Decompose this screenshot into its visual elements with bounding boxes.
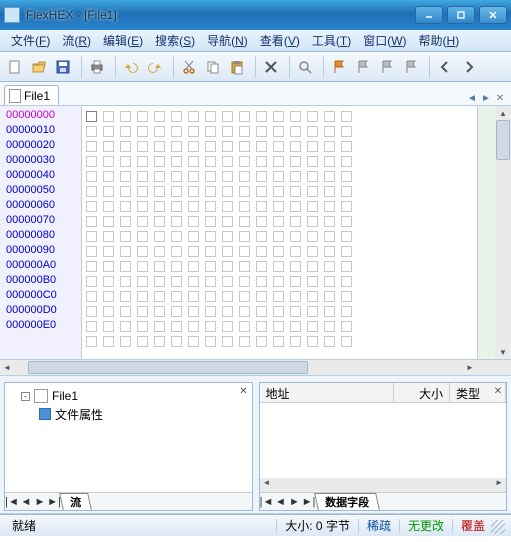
delete-button[interactable]	[260, 56, 282, 78]
status-overwrite: 覆盖	[455, 517, 491, 534]
undo-button[interactable]	[120, 56, 142, 78]
paste-button[interactable]	[226, 56, 248, 78]
copy-button[interactable]	[202, 56, 224, 78]
tree-child-label: 文件属性	[55, 406, 103, 423]
properties-icon	[39, 408, 51, 420]
status-sparse: 稀疏	[361, 517, 397, 534]
new-button[interactable]	[4, 56, 26, 78]
cut-button[interactable]	[178, 56, 200, 78]
tabnav-first[interactable]: |◄	[5, 496, 19, 508]
right-pane-hscroll[interactable]: ◄►	[260, 478, 507, 492]
horizontal-scrollbar[interactable]: ◄►	[0, 360, 511, 376]
menu-nav[interactable]: 导航(N)	[202, 30, 253, 51]
left-pane: ✕ - File1 文件属性 |◄ ◄ ► ►| 流	[4, 382, 253, 511]
tabnav-prev[interactable]: ◄	[19, 496, 33, 508]
menu-stream[interactable]: 流(R)	[57, 30, 96, 51]
tabnav-next[interactable]: ►	[288, 496, 302, 508]
file-tab-bar: File1 ◄ ► ✕	[0, 82, 511, 106]
toolbar	[0, 52, 511, 82]
file-icon	[9, 89, 21, 103]
left-pane-close-button[interactable]: ✕	[238, 385, 250, 397]
tree-child[interactable]: 文件属性	[21, 405, 246, 423]
offset-column: 0000000000000010000000200000003000000040…	[0, 106, 82, 359]
menu-view[interactable]: 查看(V)	[255, 30, 305, 51]
flag-orange-button[interactable]	[328, 56, 350, 78]
vertical-scrollbar[interactable]: ▲ ▼	[495, 106, 511, 359]
nav-back-button[interactable]	[434, 56, 456, 78]
title-bar: FlexHEX - [File1]	[0, 0, 511, 30]
right-pane: ✕ 地址 大小 类型 ◄► |◄ ◄ ► ►| 数据字段	[259, 382, 508, 511]
right-pane-tab[interactable]: 数据字段	[314, 493, 380, 510]
tabnav-next[interactable]: ►	[33, 496, 47, 508]
close-button[interactable]	[479, 6, 507, 24]
menu-bar: 文件(F) 流(R) 编辑(E) 搜索(S) 导航(N) 查看(V) 工具(T)…	[0, 30, 511, 52]
status-nochange: 无更改	[402, 517, 450, 534]
tabnav-first[interactable]: |◄	[260, 496, 274, 508]
status-size: 大小: 0 字节	[279, 517, 356, 534]
ascii-column	[477, 106, 495, 359]
file-tab-label: File1	[24, 89, 50, 103]
flag-gray2-button[interactable]	[376, 56, 398, 78]
status-bar: 就绪 大小: 0 字节 稀疏 无更改 覆盖	[0, 514, 511, 536]
resize-grip-icon[interactable]	[491, 520, 505, 534]
file-tree[interactable]: - File1 文件属性	[5, 383, 252, 427]
window-title: FlexHEX - [File1]	[26, 8, 415, 22]
col-size[interactable]: 大小	[394, 383, 450, 402]
file-tab-file1[interactable]: File1	[4, 85, 59, 105]
list-header: 地址 大小 类型	[260, 383, 507, 403]
tree-root[interactable]: - File1	[21, 387, 246, 405]
list-body[interactable]	[260, 403, 507, 478]
col-address[interactable]: 地址	[260, 383, 395, 402]
menu-search[interactable]: 搜索(S)	[150, 30, 200, 51]
find-button[interactable]	[294, 56, 316, 78]
status-ready: 就绪	[6, 517, 42, 534]
left-pane-tab[interactable]: 流	[59, 493, 92, 510]
menu-help[interactable]: 帮助(H)	[414, 30, 465, 51]
menu-file[interactable]: 文件(F)	[6, 30, 55, 51]
menu-edit[interactable]: 编辑(E)	[98, 30, 148, 51]
hex-grid[interactable]	[82, 106, 477, 359]
maximize-button[interactable]	[447, 6, 475, 24]
tabnav-prev[interactable]: ◄	[274, 496, 288, 508]
menu-window[interactable]: 窗口(W)	[358, 30, 411, 51]
tab-prev-button[interactable]: ◄	[465, 91, 479, 105]
window-controls	[415, 6, 507, 24]
hex-editor: 0000000000000010000000200000003000000040…	[0, 106, 511, 360]
flag-gray3-button[interactable]	[400, 56, 422, 78]
minus-icon: -	[21, 392, 30, 401]
save-button[interactable]	[52, 56, 74, 78]
open-button[interactable]	[28, 56, 50, 78]
flag-gray1-button[interactable]	[352, 56, 374, 78]
left-pane-tabbar: |◄ ◄ ► ►| 流	[5, 492, 252, 510]
tabnav-last[interactable]: ►|	[47, 496, 61, 508]
right-pane-close-button[interactable]: ✕	[492, 385, 504, 397]
minimize-button[interactable]	[415, 6, 443, 24]
app-icon	[4, 7, 20, 23]
bottom-panels: ✕ - File1 文件属性 |◄ ◄ ► ►| 流 ✕	[0, 376, 511, 514]
print-button[interactable]	[86, 56, 108, 78]
tab-next-button[interactable]: ►	[479, 91, 493, 105]
menu-tools[interactable]: 工具(T)	[307, 30, 356, 51]
redo-button[interactable]	[144, 56, 166, 78]
nav-forward-button[interactable]	[458, 56, 480, 78]
right-pane-tabbar: |◄ ◄ ► ►| 数据字段	[260, 492, 507, 510]
tabnav-last[interactable]: ►|	[302, 496, 316, 508]
tab-close-button[interactable]: ✕	[493, 91, 507, 105]
file-icon	[34, 389, 48, 403]
tree-root-label: File1	[52, 389, 78, 403]
